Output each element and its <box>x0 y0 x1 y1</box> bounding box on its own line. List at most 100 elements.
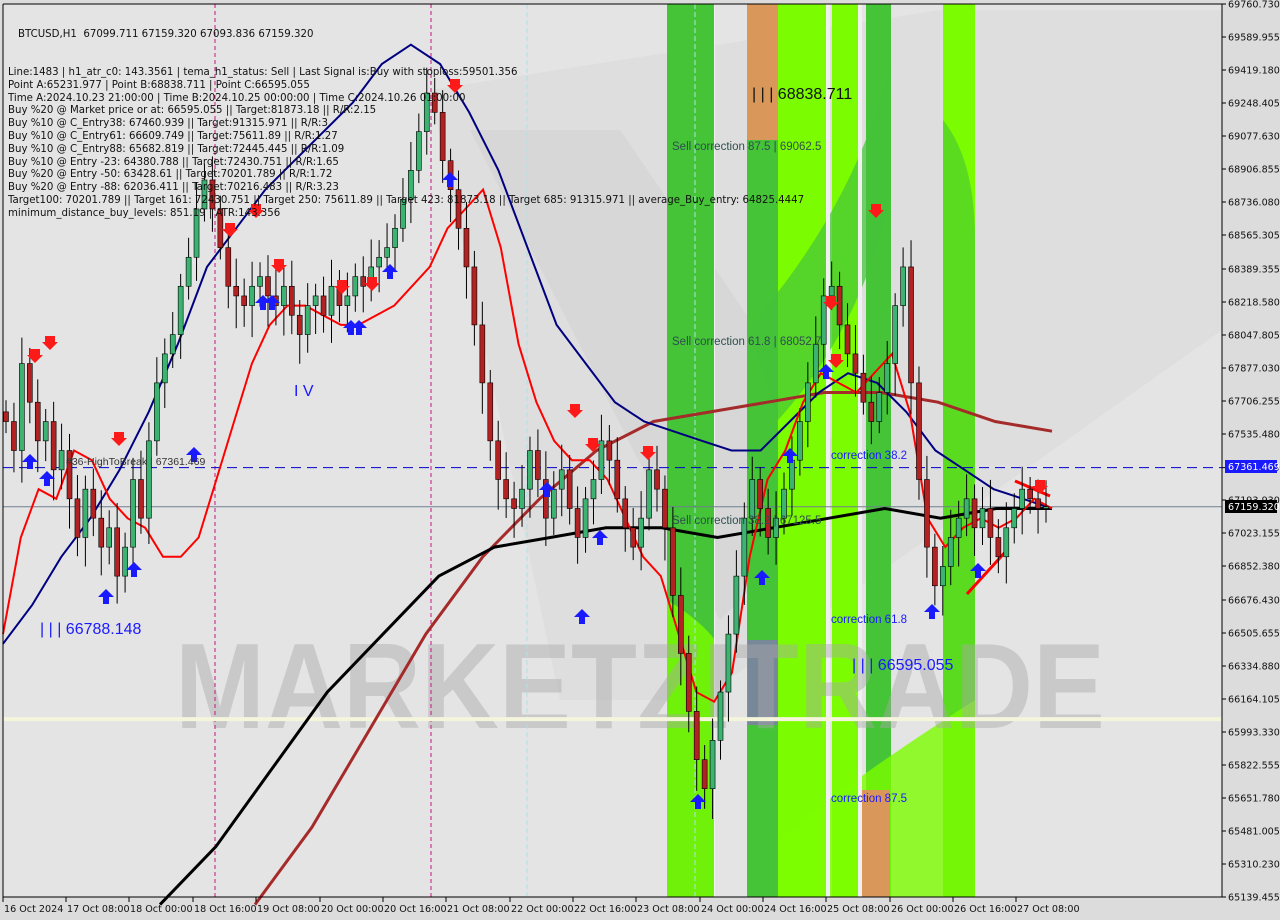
bear-candle-body <box>241 295 247 306</box>
bear-candle-body <box>630 527 636 548</box>
high-to-break-label: #36-HighToBreak | 67361.469 <box>66 456 205 468</box>
bull-candle-body <box>955 517 962 538</box>
bull-candle-body <box>979 508 986 529</box>
bear-candle-body <box>678 595 684 654</box>
point-a-label: | | | 66788.148 <box>40 621 142 638</box>
bear-candle-body <box>614 459 621 500</box>
bull-candle-body <box>177 285 184 335</box>
bear-candle-body <box>511 498 517 509</box>
bull-candle-body <box>892 305 898 364</box>
bull-candle-body <box>1011 508 1018 529</box>
sell-correction-87-5: Sell correction 87.5 | 69062.5 <box>672 141 821 153</box>
bull-candle-body <box>169 334 176 355</box>
bear-candle-body <box>27 363 33 403</box>
bull-candle-body <box>900 266 906 306</box>
time-tick-label: 17 Oct 08:00 <box>67 904 130 915</box>
wave-iv-label: I V <box>294 383 314 400</box>
bear-candle-body <box>654 469 660 490</box>
time-tick-label: 25 Oct 08:00 <box>827 904 890 915</box>
bear-candle-body <box>622 498 629 529</box>
bear-candle-body <box>225 247 232 287</box>
bull-candle-body <box>733 575 740 635</box>
bear-candle-body <box>995 537 1002 558</box>
time-tick-label: 19 Oct 08:00 <box>257 904 320 915</box>
bear-candle-body <box>701 759 708 789</box>
chart-window: MARKETZITRADE | | | 68838.711 | | | 6678… <box>0 0 1280 920</box>
price-tick-label: 68047.805 <box>1228 331 1280 342</box>
time-tick-label: 16 Oct 2024 <box>4 904 63 915</box>
bull-candle-body <box>408 170 414 200</box>
bear-candle-body <box>3 411 9 422</box>
bull-candle-body <box>106 527 113 548</box>
price-tick-label: 65993.330 <box>1228 728 1280 739</box>
bear-candle-body <box>670 527 676 596</box>
bear-candle-body <box>987 508 994 538</box>
candle <box>916 366 922 500</box>
price-tick-label: 68736.080 <box>1228 198 1280 209</box>
bear-candle-body <box>535 450 541 480</box>
bull-candle-body <box>781 488 787 519</box>
bull-candle-body <box>42 421 49 442</box>
bull-candle-body <box>725 633 732 693</box>
price-tick-label: 69419.180 <box>1228 66 1280 77</box>
bull-candle-body <box>281 285 287 306</box>
bull-candle-body <box>797 421 803 461</box>
price-tick-label: 66676.430 <box>1228 596 1280 607</box>
bear-candle-body <box>431 92 438 113</box>
bear-candle-body <box>455 189 462 229</box>
bull-candle-body <box>201 179 208 210</box>
time-tick-label: 26 Oct 00:00 <box>891 904 954 915</box>
price-tick-label: 67023.155 <box>1228 529 1280 540</box>
bear-candle-body <box>693 711 700 760</box>
bull-candle-body <box>328 285 335 316</box>
bull-candle-body <box>598 440 605 480</box>
bull-candle-body <box>558 469 565 490</box>
price-tick-label: 66505.655 <box>1228 629 1280 640</box>
bear-candle-body <box>860 372 867 403</box>
bull-candle-body <box>257 276 263 287</box>
price-tick-label: 65481.005 <box>1228 827 1280 838</box>
price-tick-label: 68906.855 <box>1228 165 1280 176</box>
bear-candle-body <box>908 266 914 384</box>
bear-candle-body <box>114 527 120 577</box>
current-price-tag: 67159.320 <box>1228 502 1280 513</box>
bear-candle-body <box>916 382 922 480</box>
bull-candle-body <box>423 92 430 132</box>
bear-candle-body <box>50 421 57 471</box>
bull-candle-body <box>709 740 716 789</box>
bull-candle-body <box>789 459 795 490</box>
bear-candle-body <box>34 401 41 442</box>
bear-candle-body <box>606 440 613 461</box>
sell-correction-61-8: Sell correction 61.8 | 68052.7 <box>672 336 821 348</box>
time-tick-label: 18 Oct 00:00 <box>130 904 193 915</box>
bull-candle-body <box>527 450 533 490</box>
price-chart[interactable]: MARKETZITRADE | | | 68838.711 | | | 6678… <box>0 0 1280 920</box>
bear-candle-body <box>662 488 668 529</box>
time-tick-label: 23 Oct 08:00 <box>637 904 700 915</box>
bear-candle-body <box>90 488 97 519</box>
bear-candle-body <box>685 653 692 712</box>
bear-candle-body <box>360 276 367 287</box>
bear-candle-body <box>471 266 478 326</box>
bear-candle-body <box>320 295 327 316</box>
bear-candle-body <box>932 546 938 587</box>
bear-candle-body <box>757 479 763 509</box>
bear-candle-body <box>971 498 978 529</box>
bull-candle-body <box>416 131 422 171</box>
time-tick-label: 22 Oct 00:00 <box>511 904 574 915</box>
price-tick-label: 67877.030 <box>1228 364 1280 375</box>
bull-candle-body <box>550 488 557 519</box>
bull-candle-body <box>146 440 152 519</box>
bear-candle-body <box>844 324 851 355</box>
bear-candle-body <box>217 208 224 248</box>
price-tick-label: 67535.480 <box>1228 430 1280 441</box>
point-b-label: | | | 68838.711 <box>752 86 852 103</box>
bull-candle-body <box>161 353 168 384</box>
price-tick-label: 68565.305 <box>1228 231 1280 242</box>
time-tick-label: 21 Oct 08:00 <box>447 904 510 915</box>
bull-candle-body <box>828 285 835 297</box>
correction-61-8: correction 61.8 <box>831 614 907 626</box>
bull-candle-body <box>392 227 398 248</box>
bull-candle-body <box>1043 506 1049 509</box>
sell-correction-38-2: Sell correction 38.2 | 67125.5 <box>672 515 821 527</box>
